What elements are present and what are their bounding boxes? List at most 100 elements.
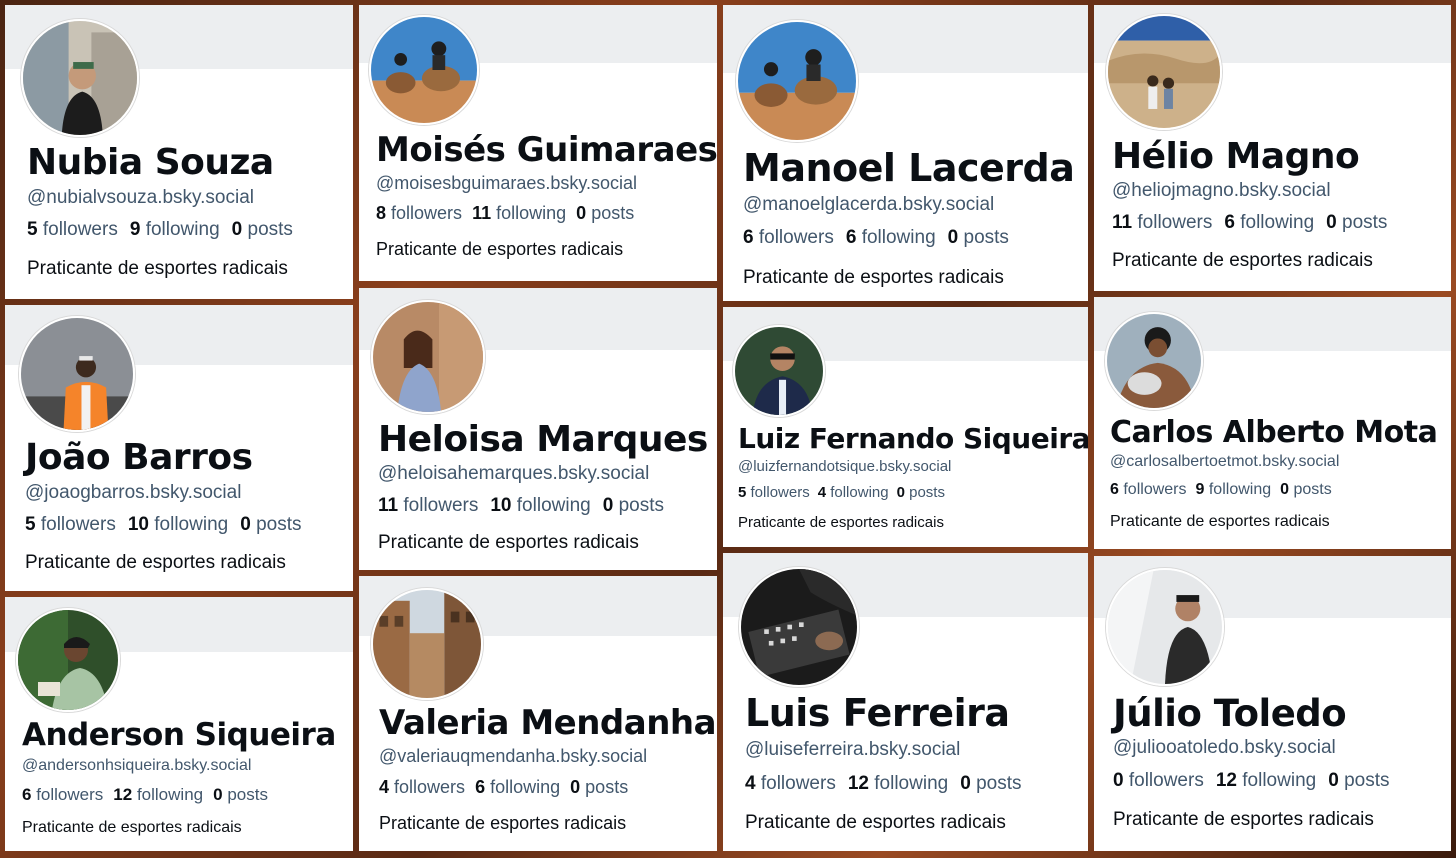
avatar[interactable]	[369, 15, 479, 125]
profile-stats: 11 followers 6 following 0 posts	[1112, 212, 1387, 234]
followers-count: 11	[378, 495, 399, 516]
profile-name[interactable]: Hélio Magno	[1112, 136, 1360, 177]
following-label[interactable]: following	[1209, 481, 1271, 498]
following-label[interactable]: following	[1242, 770, 1316, 791]
followers-label[interactable]: followers	[759, 227, 834, 248]
profile-name[interactable]: João Barros	[25, 437, 253, 478]
posts-count: 0	[602, 495, 614, 516]
following-label[interactable]: following	[490, 777, 560, 797]
posts-label: posts	[976, 773, 1022, 794]
avatar[interactable]	[16, 608, 120, 712]
profile-card[interactable]: Nubia Souza @nubialvsouza.bsky.social 5 …	[5, 5, 353, 299]
profile-name[interactable]: Valeria Mendanha	[379, 703, 717, 743]
following-label[interactable]: following	[862, 227, 936, 248]
profile-handle: @valeriauqmendanha.bsky.social	[379, 746, 648, 766]
profile-name[interactable]: Manoel Lacerda	[743, 146, 1075, 190]
avatar[interactable]	[371, 300, 485, 414]
followers-label[interactable]: followers	[751, 484, 810, 501]
avatar[interactable]	[1106, 14, 1222, 130]
followers-count: 4	[379, 777, 390, 797]
following-label[interactable]: following	[146, 219, 220, 240]
followers-label[interactable]: followers	[1129, 770, 1204, 791]
followers-label[interactable]: followers	[41, 514, 116, 535]
profile-handle: @andersonhsiqueira.bsky.social	[22, 757, 252, 774]
followers-label[interactable]: followers	[403, 495, 478, 516]
posts-label: posts	[247, 219, 293, 240]
profile-handle: @joaogbarros.bsky.social	[25, 482, 242, 503]
profile-card[interactable]: Valeria Mendanha @valeriauqmendanha.bsky…	[359, 576, 717, 851]
profile-name[interactable]: Nubia Souza	[27, 142, 274, 183]
followers-label[interactable]: followers	[43, 219, 118, 240]
followers-count: 5	[738, 484, 747, 501]
posts-count: 0	[240, 514, 251, 535]
profile-bio: Praticante de esportes radicais	[738, 514, 944, 531]
followers-label[interactable]: followers	[394, 777, 465, 797]
following-count: 12	[847, 773, 869, 794]
following-count: 10	[490, 495, 512, 516]
profile-card[interactable]: Carlos Alberto Mota @carlosalbertoetmot.…	[1094, 297, 1451, 549]
avatar[interactable]	[1105, 312, 1203, 410]
following-label[interactable]: following	[1240, 212, 1314, 233]
profile-name[interactable]: Luis Ferreira	[745, 691, 1010, 735]
avatar[interactable]	[736, 20, 858, 142]
profile-handle: @luiseferreira.bsky.social	[745, 739, 961, 760]
profile-handle: @moisesbguimaraes.bsky.social	[376, 173, 638, 193]
profile-card[interactable]: Luis Ferreira @luiseferreira.bsky.social…	[723, 553, 1088, 851]
avatar[interactable]	[371, 588, 483, 700]
avatar[interactable]	[739, 567, 859, 687]
profile-card[interactable]: Júlio Toledo @juliooatoledo.bsky.social …	[1094, 556, 1451, 851]
avatar[interactable]	[1106, 568, 1224, 686]
posts-label: posts	[1293, 481, 1332, 498]
profile-card[interactable]: Anderson Siqueira @andersonhsiqueira.bsk…	[5, 597, 353, 851]
profile-handle: @nubialvsouza.bsky.social	[27, 187, 254, 208]
profile-bio: Praticante de esportes radicais	[1113, 809, 1374, 830]
profile-name[interactable]: Carlos Alberto Mota	[1110, 415, 1438, 450]
profile-handle: @juliooatoledo.bsky.social	[1113, 737, 1336, 758]
following-label[interactable]: following	[517, 495, 591, 516]
profile-card[interactable]: Luiz Fernando Siqueira @luizfernandotsiq…	[723, 307, 1088, 547]
profile-stats: 4 followers 6 following 0 posts	[379, 777, 628, 798]
following-label[interactable]: following	[154, 514, 228, 535]
followers-count: 6	[22, 785, 32, 804]
posts-count: 0	[896, 484, 905, 501]
profile-name[interactable]: Heloisa Marques	[378, 419, 708, 460]
following-count: 12	[1215, 770, 1237, 791]
profile-card[interactable]: Moisés Guimaraes @moisesbguimaraes.bsky.…	[359, 5, 717, 281]
posts-count: 0	[947, 227, 959, 248]
profile-name[interactable]: Luiz Fernando Siqueira	[738, 422, 1088, 455]
followers-label[interactable]: followers	[761, 773, 836, 794]
posts-count: 0	[960, 773, 971, 794]
profile-stats: 6 followers 6 following 0 posts	[743, 227, 1009, 249]
followers-count: 5	[25, 514, 36, 535]
profile-card[interactable]: Hélio Magno @heliojmagno.bsky.social 11 …	[1094, 5, 1451, 291]
avatar[interactable]	[21, 19, 139, 137]
following-label[interactable]: following	[496, 203, 566, 223]
posts-label: posts	[227, 785, 268, 804]
profile-card[interactable]: Manoel Lacerda @manoelglacerda.bsky.soci…	[723, 5, 1088, 301]
following-label[interactable]: following	[137, 785, 203, 804]
profile-name[interactable]: Anderson Siqueira	[22, 717, 336, 753]
following-label[interactable]: following	[874, 773, 948, 794]
profile-handle: @heliojmagno.bsky.social	[1112, 180, 1331, 201]
followers-label[interactable]: followers	[36, 785, 103, 804]
posts-label: posts	[618, 495, 664, 516]
followers-label[interactable]: followers	[1137, 212, 1212, 233]
following-label[interactable]: following	[830, 484, 888, 501]
posts-count: 0	[213, 785, 223, 804]
profile-stats: 6 followers 9 following 0 posts	[1110, 481, 1332, 499]
followers-count: 0	[1113, 770, 1124, 791]
followers-label[interactable]: followers	[391, 203, 462, 223]
followers-label[interactable]: followers	[1123, 481, 1186, 498]
profile-name[interactable]: Moisés Guimaraes	[376, 130, 717, 170]
posts-count: 0	[231, 219, 243, 240]
profile-bio: Praticante de esportes radicais	[22, 819, 242, 836]
avatar[interactable]	[19, 316, 135, 432]
profile-card[interactable]: João Barros @joaogbarros.bsky.social 5 f…	[5, 305, 353, 591]
avatar[interactable]	[733, 325, 825, 417]
posts-label: posts	[1344, 770, 1390, 791]
followers-count: 11	[1112, 212, 1133, 233]
posts-label: posts	[909, 484, 945, 501]
profile-name[interactable]: Júlio Toledo	[1113, 692, 1347, 735]
followers-count: 6	[1110, 481, 1119, 498]
profile-card[interactable]: Heloisa Marques @heloisahemarques.bsky.s…	[359, 288, 717, 570]
